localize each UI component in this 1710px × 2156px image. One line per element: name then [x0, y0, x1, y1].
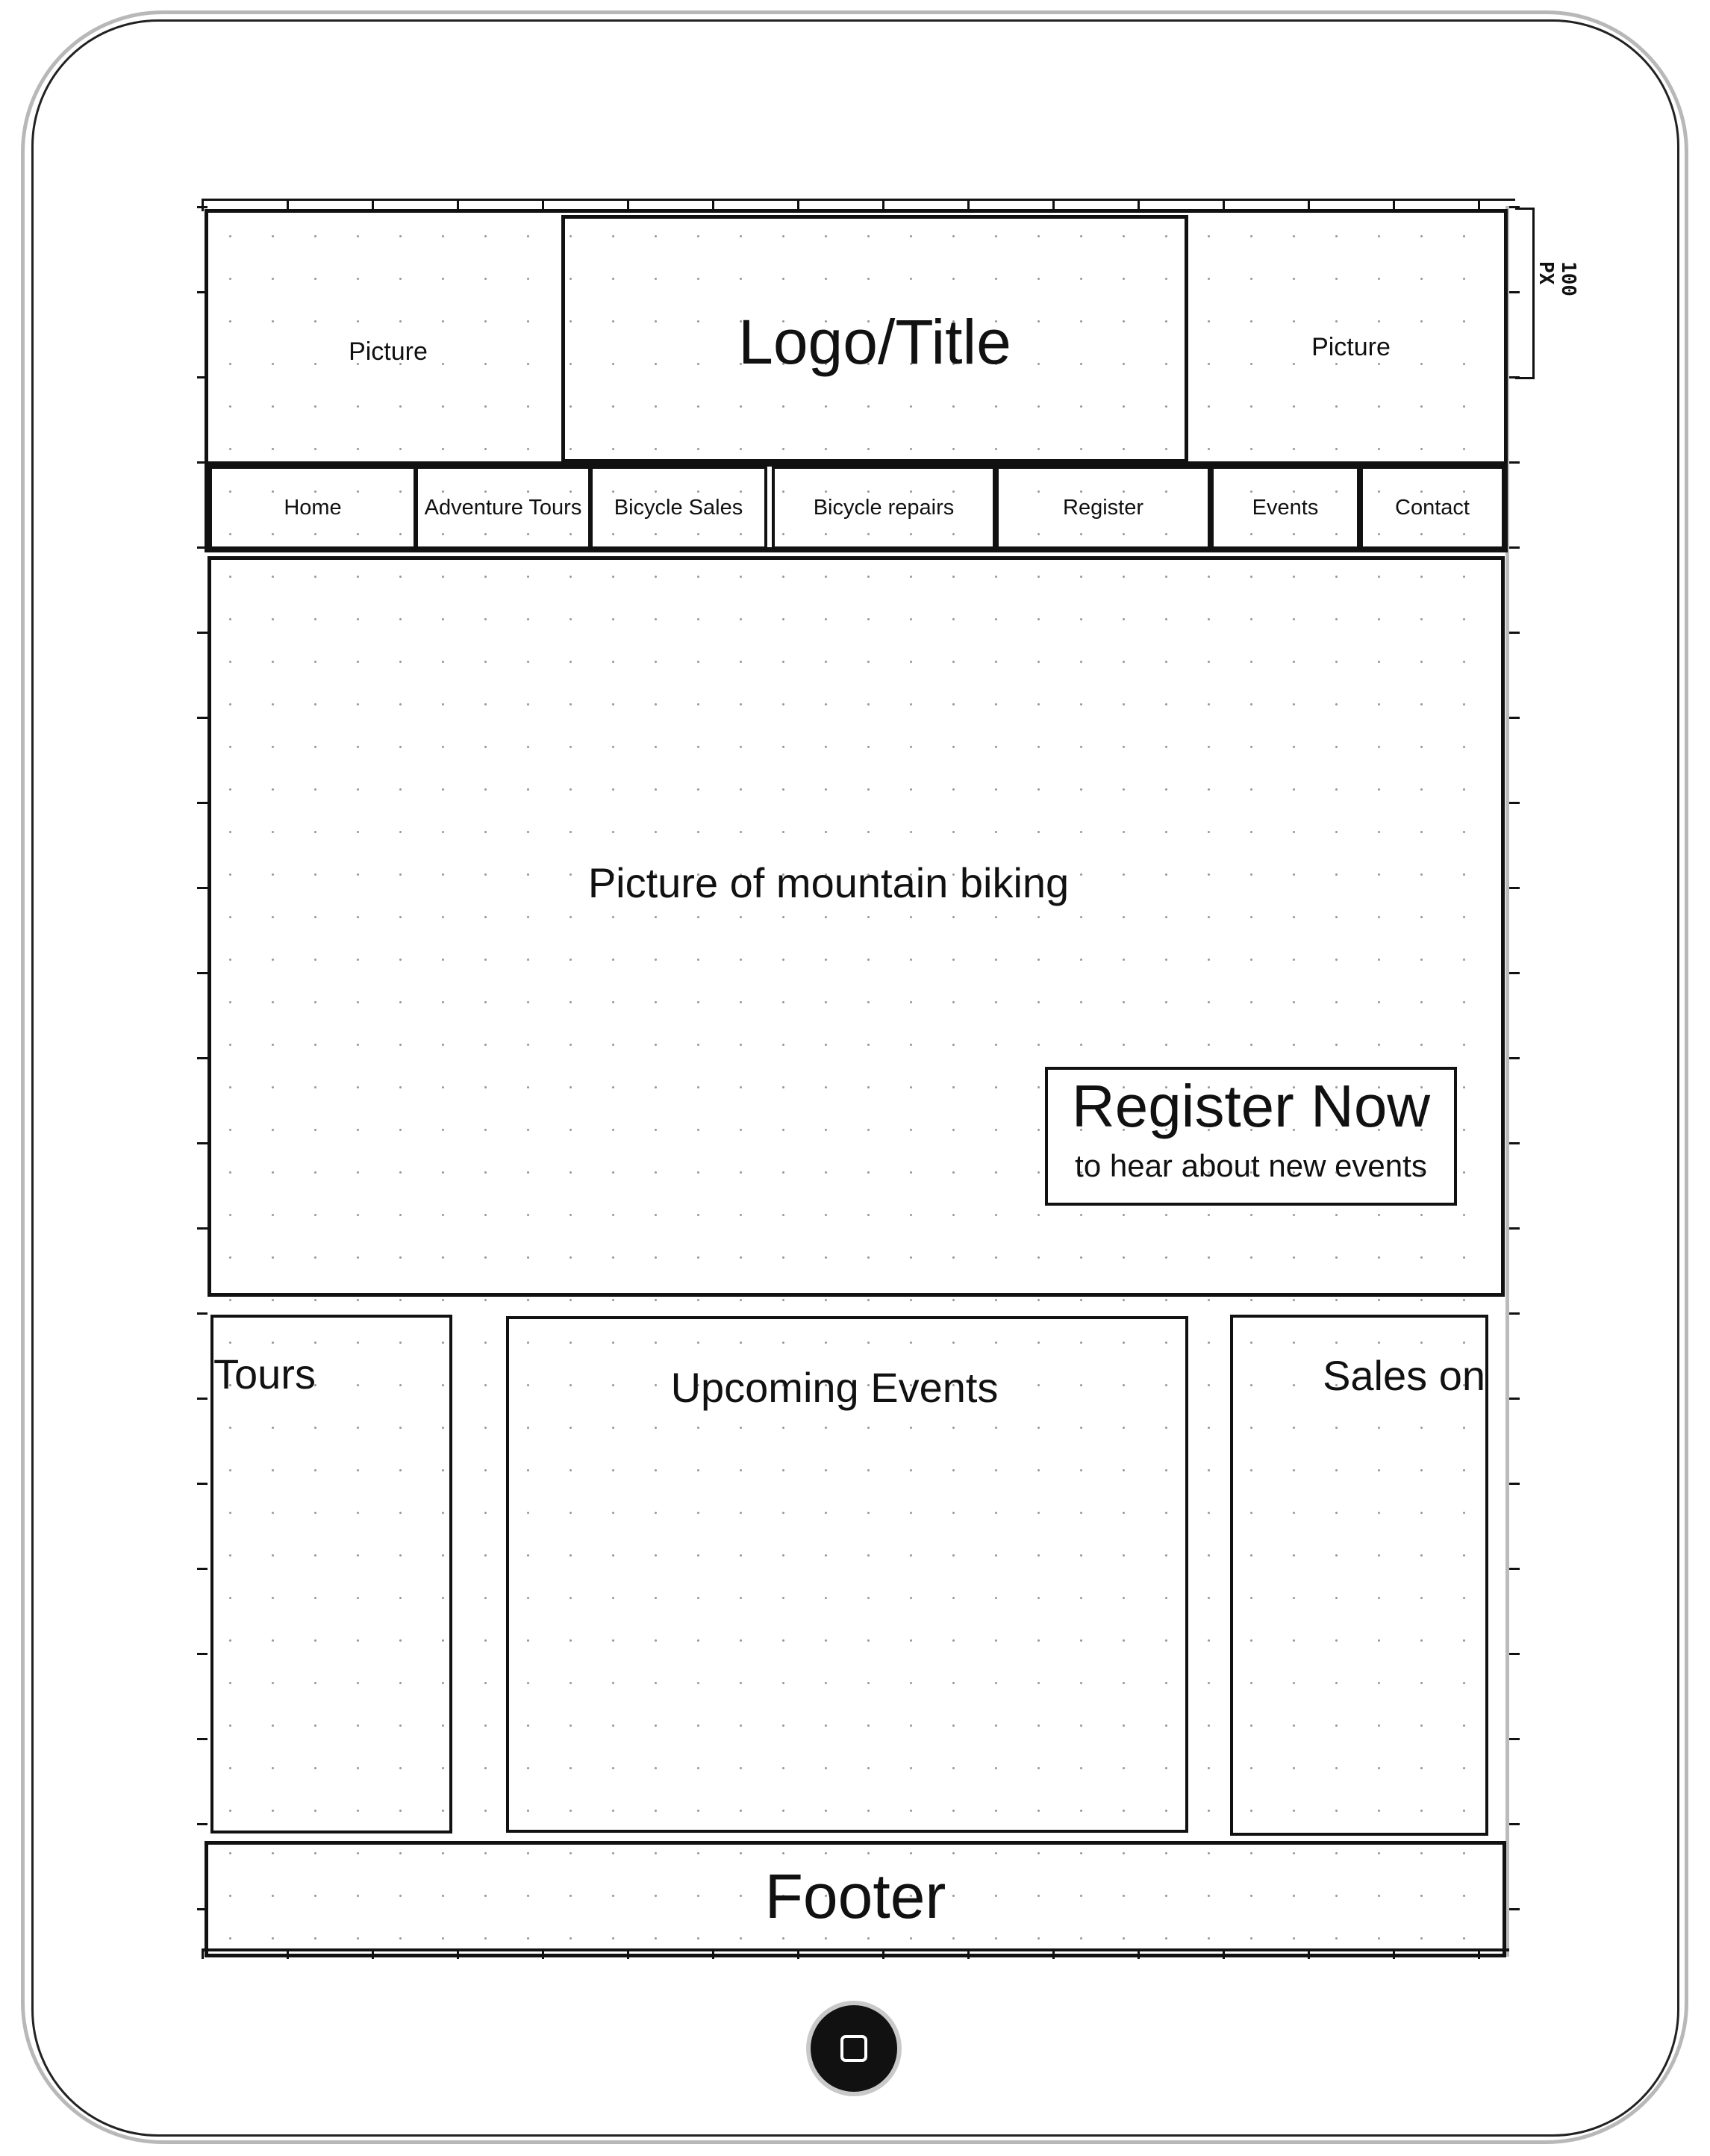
upcoming-events-heading: Upcoming Events — [670, 1364, 999, 1411]
nav-item-contact[interactable]: Contact — [1360, 466, 1505, 549]
nav-item-label: Events — [1252, 495, 1319, 520]
nav-item-label: Contact — [1395, 495, 1470, 520]
nav-item-events[interactable]: Events — [1211, 466, 1360, 549]
nav-item-home[interactable]: Home — [209, 466, 416, 549]
dimension-label: 100 PX — [1535, 261, 1579, 296]
dimension-bracket — [1515, 208, 1535, 379]
sales-heading: Sales on — [1323, 1352, 1485, 1399]
nav-item-bicycle-sales[interactable]: Bicycle Sales — [590, 466, 767, 549]
home-square-icon — [840, 2035, 867, 2062]
nav-item-label: Adventure Tours — [424, 495, 582, 520]
register-now-title: Register Now — [1071, 1073, 1431, 1139]
header-left-picture: Picture — [349, 337, 428, 366]
logo-title: Logo/Title — [738, 307, 1011, 377]
nav-item-label: Bicycle Sales — [614, 495, 743, 520]
right-ruler — [1509, 206, 1520, 1957]
nav-item-label: Register — [1063, 495, 1143, 520]
nav-item-label: Bicycle repairs — [813, 495, 955, 520]
nav-item-label: Home — [284, 495, 342, 520]
nav-item-register[interactable]: Register — [996, 466, 1211, 549]
footer-label: Footer — [764, 1861, 946, 1931]
home-button[interactable] — [806, 2001, 902, 2096]
nav-item-adventure-tours[interactable]: Adventure Tours — [415, 466, 591, 549]
header-right-picture: Picture — [1311, 333, 1391, 361]
nav-item-bicycle-repairs[interactable]: Bicycle repairs — [772, 466, 996, 549]
hero-caption: Picture of mountain biking — [587, 859, 1070, 906]
tours-heading: Tours — [213, 1350, 316, 1398]
register-now-subtitle: to hear about new events — [1075, 1148, 1427, 1183]
